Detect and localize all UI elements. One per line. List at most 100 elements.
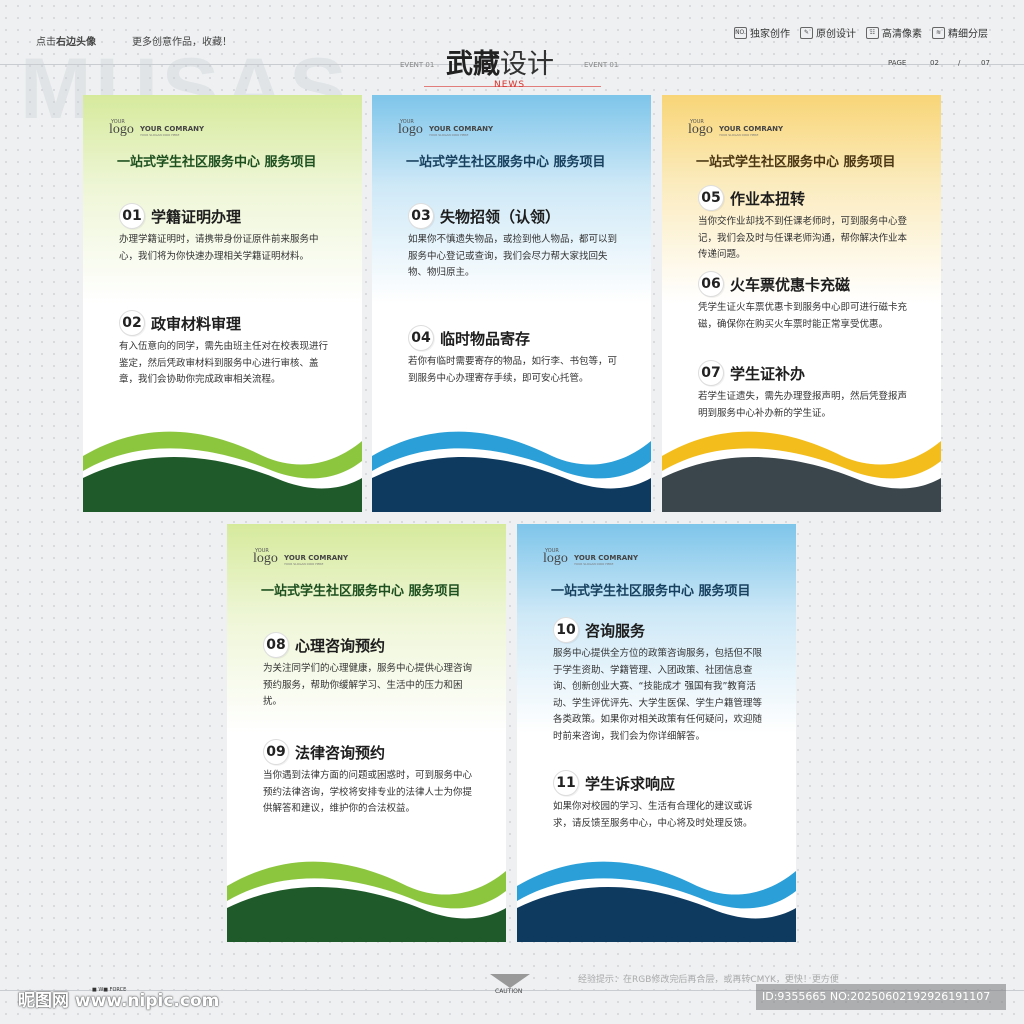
item-body: 为关注同学们的心理健康，服务中心提供心理咨询预约服务，帮助你缓解学习、生活中的压…: [263, 663, 473, 707]
header-hint-secondary: 更多创意作品，收藏！: [132, 37, 232, 48]
caution-label: CAUTION: [495, 988, 523, 995]
service-item: 11 学生诉求响应 如果你对校园的学习、生活有合理化的建议或诉求，请反馈至服务中心…: [553, 770, 763, 832]
page-total: 07: [981, 59, 990, 67]
item-number: 04: [408, 325, 434, 351]
item-title: 法律咨询预约: [295, 743, 386, 762]
logo-slogan: YOUR SLOGAN 0000 HERE: [140, 133, 180, 137]
item-title: 政审材料审理: [151, 314, 242, 333]
item-body: 服务中心提供全方位的政策咨询服务，包括但不限于学生资助、学籍管理、入团政策、社团…: [553, 648, 763, 742]
badge-label: 高清像素: [882, 29, 922, 40]
item-title: 临时物品寄存: [440, 329, 531, 348]
logo-slogan: YOUR SLOGAN 0000 HERE: [429, 133, 469, 137]
item-title: 咨询服务: [585, 621, 646, 640]
item-number: 09: [263, 739, 289, 765]
item-number: 01: [119, 203, 145, 229]
item-number: 08: [263, 632, 289, 658]
service-item: 04 临时物品寄存 若你有临时需要寄存的物品，如行李、书包等，可到服务中心办理寄存…: [408, 325, 618, 387]
logo-slogan: YOUR SLOGAN 0000 HERE: [284, 562, 324, 566]
service-item: 06 火车票优惠卡充磁 凭学生证火车票优惠卡到服务中心即可进行磁卡充磁，确保你在购…: [698, 271, 908, 333]
logo-word: logo: [253, 551, 278, 566]
number-icon: NO.: [734, 26, 747, 39]
page-current: 02: [930, 59, 939, 67]
item-body: 若你有临时需要寄存的物品，如行李、书包等，可到服务中心办理寄存手续，即可安心托管…: [408, 356, 618, 384]
item-title: 失物招领（认领）: [440, 207, 561, 226]
item-body: 当你交作业却找不到任课老师时，可到服务中心登记，我们会及时与任课老师沟通，帮你解…: [698, 216, 908, 260]
logo-word: logo: [543, 551, 568, 566]
item-number: 03: [408, 203, 434, 229]
badge-hd: ☷ 高清像素: [866, 25, 922, 40]
wave-decoration: [517, 861, 796, 942]
item-number: 07: [698, 360, 724, 386]
page-title: 武藏设计: [446, 42, 554, 81]
wave-decoration: [662, 431, 941, 512]
panel-heading: 一站式学生社区服务中心 服务项目: [551, 584, 751, 599]
event-label-left: EVENT 01: [400, 61, 435, 69]
panel-heading: 一站式学生社区服务中心 服务项目: [261, 584, 461, 599]
logo-word: logo: [688, 122, 713, 137]
badge-label: 独家创作: [750, 29, 790, 40]
item-body: 有入伍意向的同学，需先由班主任对在校表现进行鉴定，然后凭政审材料到服务中心进行审…: [119, 341, 329, 385]
item-title: 学生诉求响应: [585, 774, 676, 793]
news-label: NEWS: [494, 80, 526, 90]
panel-heading: 一站式学生社区服务中心 服务项目: [406, 155, 606, 170]
panel-heading: 一站式学生社区服务中心 服务项目: [696, 155, 896, 170]
panel-heading: 一站式学生社区服务中心 服务项目: [117, 155, 317, 170]
page-title-bold: 武藏: [446, 49, 500, 80]
pencil-icon: ✎: [800, 26, 813, 39]
item-title: 作业本扭转: [730, 189, 806, 208]
page-separator: /: [958, 59, 961, 67]
service-item: 07 学生证补办 若学生证遗失，需先办理登报声明，然后凭登报声明到服务中心补办新的…: [698, 360, 908, 422]
logo-company: YOUR COMRANY: [284, 554, 349, 562]
service-item: 03 失物招领（认领） 如果你不慎遗失物品，或捡到他人物品，都可以到服务中心登记或…: [408, 203, 618, 282]
item-number: 02: [119, 310, 145, 336]
logo-company: YOUR COMRANY: [429, 125, 494, 133]
wave-decoration: [372, 431, 651, 512]
header-hint-bold[interactable]: 右边头像: [56, 37, 96, 48]
logo-company: YOUR COMRANY: [574, 554, 639, 562]
item-number: 06: [698, 271, 724, 297]
badge-layers: ≋ 精细分层: [932, 25, 988, 40]
service-item: 01 学籍证明办理 办理学籍证明时，请携带身份证原件前来服务中心，我们将为你快速办…: [119, 203, 329, 265]
service-item: 09 法律咨询预约 当你遇到法律方面的问题或困惑时，可到服务中心预约法律咨询，学校…: [263, 739, 473, 818]
service-item: 02 政审材料审理 有入伍意向的同学，需先由班主任对在校表现进行鉴定，然后凭政审材…: [119, 310, 329, 389]
service-item: 08 心理咨询预约 为关注同学们的心理健康，服务中心提供心理咨询预约服务，帮助你缓…: [263, 632, 473, 711]
item-body: 如果你不慎遗失物品，或捡到他人物品，都可以到服务中心登记或查询，我们会尽力帮大家…: [408, 234, 618, 278]
page-label: PAGE: [888, 59, 907, 67]
item-title: 学籍证明办理: [151, 207, 242, 226]
item-number: 05: [698, 185, 724, 211]
poster-panel-3: YOUR logo YOUR COMRANY YOUR SLOGAN 0000 …: [662, 95, 941, 512]
logo-company: YOUR COMRANY: [719, 125, 784, 133]
logo-word: logo: [398, 122, 423, 137]
poster-panel-5: YOUR logo YOUR COMRANY YOUR SLOGAN 0000 …: [517, 524, 796, 942]
badge-original: ✎ 原创设计: [800, 25, 856, 40]
item-title: 学生证补办: [730, 364, 806, 383]
logo-company: YOUR COMRANY: [140, 125, 205, 133]
logo-slogan: YOUR SLOGAN 0000 HERE: [574, 562, 614, 566]
item-body: 办理学籍证明时，请携带身份证原件前来服务中心，我们将为你快速办理相关学籍证明材料…: [119, 234, 319, 262]
page-title-light: 设计: [500, 49, 554, 80]
item-title: 心理咨询预约: [295, 636, 386, 655]
item-number: 10: [553, 617, 579, 643]
wave-decoration: [227, 861, 506, 942]
logo-slogan: YOUR SLOGAN 0000 HERE: [719, 133, 759, 137]
item-body: 当你遇到法律方面的问题或困惑时，可到服务中心预约法律咨询，学校将安排专业的法律人…: [263, 770, 473, 814]
poster-panel-4: YOUR logo YOUR COMRANY YOUR SLOGAN 0000 …: [227, 524, 506, 942]
layers-icon: ≋: [932, 26, 945, 39]
caution-triangle-icon: [490, 974, 530, 988]
item-body: 凭学生证火车票优惠卡到服务中心即可进行磁卡充磁，确保你在购买火车票时能正常享受优…: [698, 302, 908, 330]
item-body: 如果你对校园的学习、生活有合理化的建议或诉求，请反馈至服务中心，中心将及时处理反…: [553, 801, 753, 829]
poster-panel-2: YOUR logo YOUR COMRANY YOUR SLOGAN 0000 …: [372, 95, 651, 512]
badge-label: 精细分层: [948, 29, 988, 40]
logo-word: logo: [109, 122, 134, 137]
item-number: 11: [553, 770, 579, 796]
feature-badges: NO. 独家创作 ✎ 原创设计 ☷ 高清像素 ≋ 精细分层: [734, 25, 988, 40]
badge-exclusive: NO. 独家创作: [734, 25, 790, 40]
site-watermark: 昵图网 www.nipic.com: [18, 991, 220, 1011]
header-hint-prefix: 点击: [36, 37, 56, 48]
badge-label: 原创设计: [816, 29, 856, 40]
header-hint: 点击右边头像: [36, 33, 96, 48]
service-item: 10 咨询服务 服务中心提供全方位的政策咨询服务，包括但不限于学生资助、学籍管理、…: [553, 617, 763, 745]
event-label-right: EVENT 01: [584, 61, 619, 69]
item-title: 火车票优惠卡充磁: [730, 275, 851, 294]
list-icon: ☷: [866, 26, 879, 39]
